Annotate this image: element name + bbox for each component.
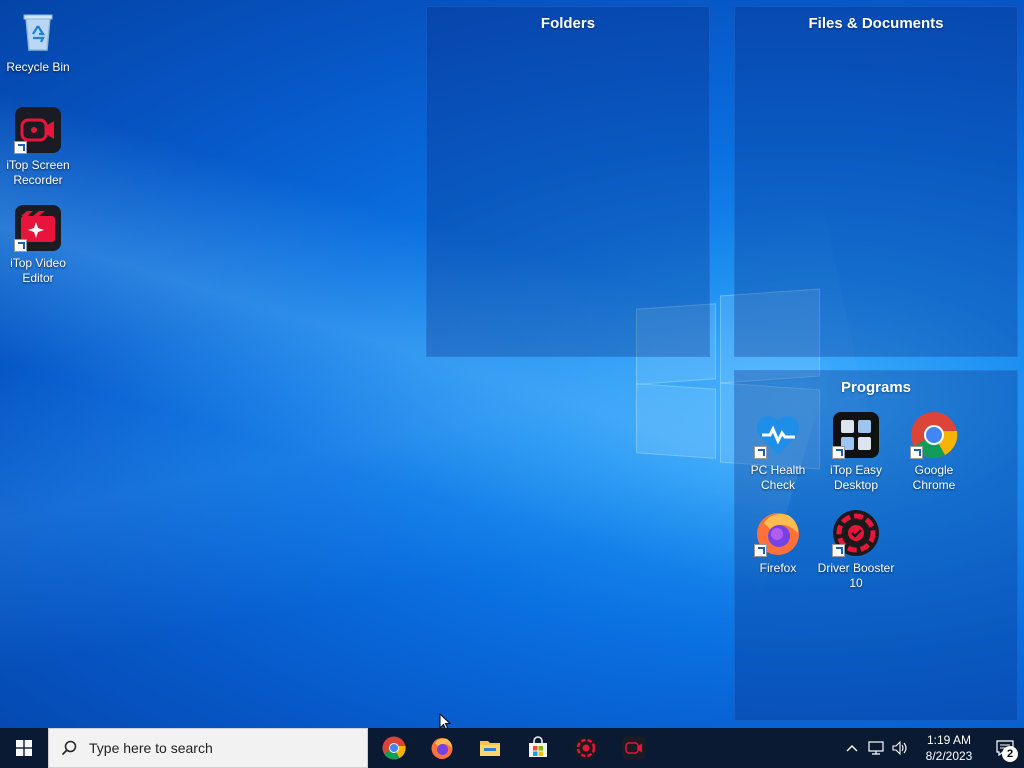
taskbar-app-driver-booster[interactable]	[562, 728, 610, 768]
itop-video-editor-icon	[14, 204, 62, 252]
program-label: Driver Booster 10	[817, 561, 895, 590]
program-label: Firefox	[759, 561, 797, 575]
taskbar-app-firefox[interactable]	[418, 728, 466, 768]
microsoft-store-icon	[529, 736, 547, 757]
program-label: PC Health Check	[750, 463, 806, 492]
show-hidden-icons-button[interactable]	[840, 728, 864, 768]
shortcut-arrow-icon	[910, 446, 923, 459]
windows-logo-pane	[636, 383, 716, 459]
desktop-icon-itop-video-editor[interactable]: iTop Video Editor	[0, 204, 76, 286]
shortcut-arrow-icon	[14, 141, 27, 154]
itop-screen-recorder-icon	[14, 106, 62, 154]
driver-booster-icon	[574, 736, 598, 760]
system-tray: 1:19 AM 8/2/2023 2	[840, 728, 1024, 768]
fence-programs[interactable]: Programs PC Health Check iTop Easy Deskt…	[734, 370, 1018, 721]
network-button[interactable]	[864, 728, 888, 768]
desktop-icon-label: iTop Video Editor	[10, 256, 66, 285]
firefox-icon	[431, 738, 453, 759]
recycle-bin-icon	[14, 8, 62, 56]
pc-health-check-icon	[754, 411, 802, 459]
taskbar-clock[interactable]: 1:19 AM 8/2/2023	[912, 732, 986, 764]
fence-title[interactable]: Files & Documents	[735, 7, 1017, 32]
shortcut-arrow-icon	[832, 544, 845, 557]
desktop-icon-label: iTop Screen Recorder	[6, 158, 70, 187]
itop-easy-desktop-icon	[832, 411, 880, 459]
shortcut-arrow-icon	[832, 446, 845, 459]
program-label: iTop Easy Desktop	[829, 463, 883, 492]
fence-title[interactable]: Programs	[735, 371, 1017, 396]
taskbar: Type here to search 1:19 AM 8/2/2023 2	[0, 728, 1024, 768]
notification-count-badge: 2	[1002, 746, 1018, 762]
program-driver-booster[interactable]: Driver Booster 10	[816, 509, 896, 591]
chrome-icon	[910, 411, 958, 459]
shortcut-arrow-icon	[14, 239, 27, 252]
program-google-chrome[interactable]: Google Chrome	[894, 411, 974, 493]
program-itop-easy-desktop[interactable]: iTop Easy Desktop	[816, 411, 896, 493]
windows-start-icon	[16, 740, 32, 756]
firefox-icon	[754, 509, 802, 557]
itop-screen-recorder-icon	[622, 736, 646, 760]
volume-button[interactable]	[888, 728, 912, 768]
desktop-icon-label: Recycle Bin	[6, 60, 70, 74]
taskbar-app-file-explorer[interactable]	[466, 728, 514, 768]
clock-date: 8/2/2023	[925, 749, 973, 763]
taskbar-app-microsoft-store[interactable]	[514, 728, 562, 768]
shortcut-arrow-icon	[754, 446, 767, 459]
program-firefox[interactable]: Firefox	[738, 509, 818, 576]
volume-icon	[892, 741, 907, 755]
taskbar-app-chrome[interactable]	[370, 728, 418, 768]
desktop-icon-recycle-bin[interactable]: Recycle Bin	[0, 8, 76, 75]
clock-time: 1:19 AM	[926, 733, 972, 747]
search-placeholder: Type here to search	[89, 740, 213, 756]
action-center-button[interactable]: 2	[986, 728, 1024, 768]
file-explorer-icon	[480, 741, 500, 756]
chrome-icon	[382, 736, 406, 760]
network-icon	[868, 741, 884, 755]
fence-files-documents[interactable]: Files & Documents	[734, 6, 1018, 357]
taskbar-search-box[interactable]: Type here to search	[48, 728, 368, 768]
desktop-icon-itop-screen-recorder[interactable]: iTop Screen Recorder	[0, 106, 76, 188]
program-pc-health-check[interactable]: PC Health Check	[738, 411, 818, 493]
taskbar-app-itop-screen-recorder[interactable]	[610, 728, 658, 768]
chevron-up-icon	[846, 745, 858, 752]
shortcut-arrow-icon	[754, 544, 767, 557]
fence-folders[interactable]: Folders	[426, 6, 710, 357]
driver-booster-icon	[832, 509, 880, 557]
search-icon	[61, 740, 77, 756]
fence-title[interactable]: Folders	[427, 7, 709, 32]
start-button[interactable]	[0, 728, 48, 768]
program-label: Google Chrome	[912, 463, 956, 492]
